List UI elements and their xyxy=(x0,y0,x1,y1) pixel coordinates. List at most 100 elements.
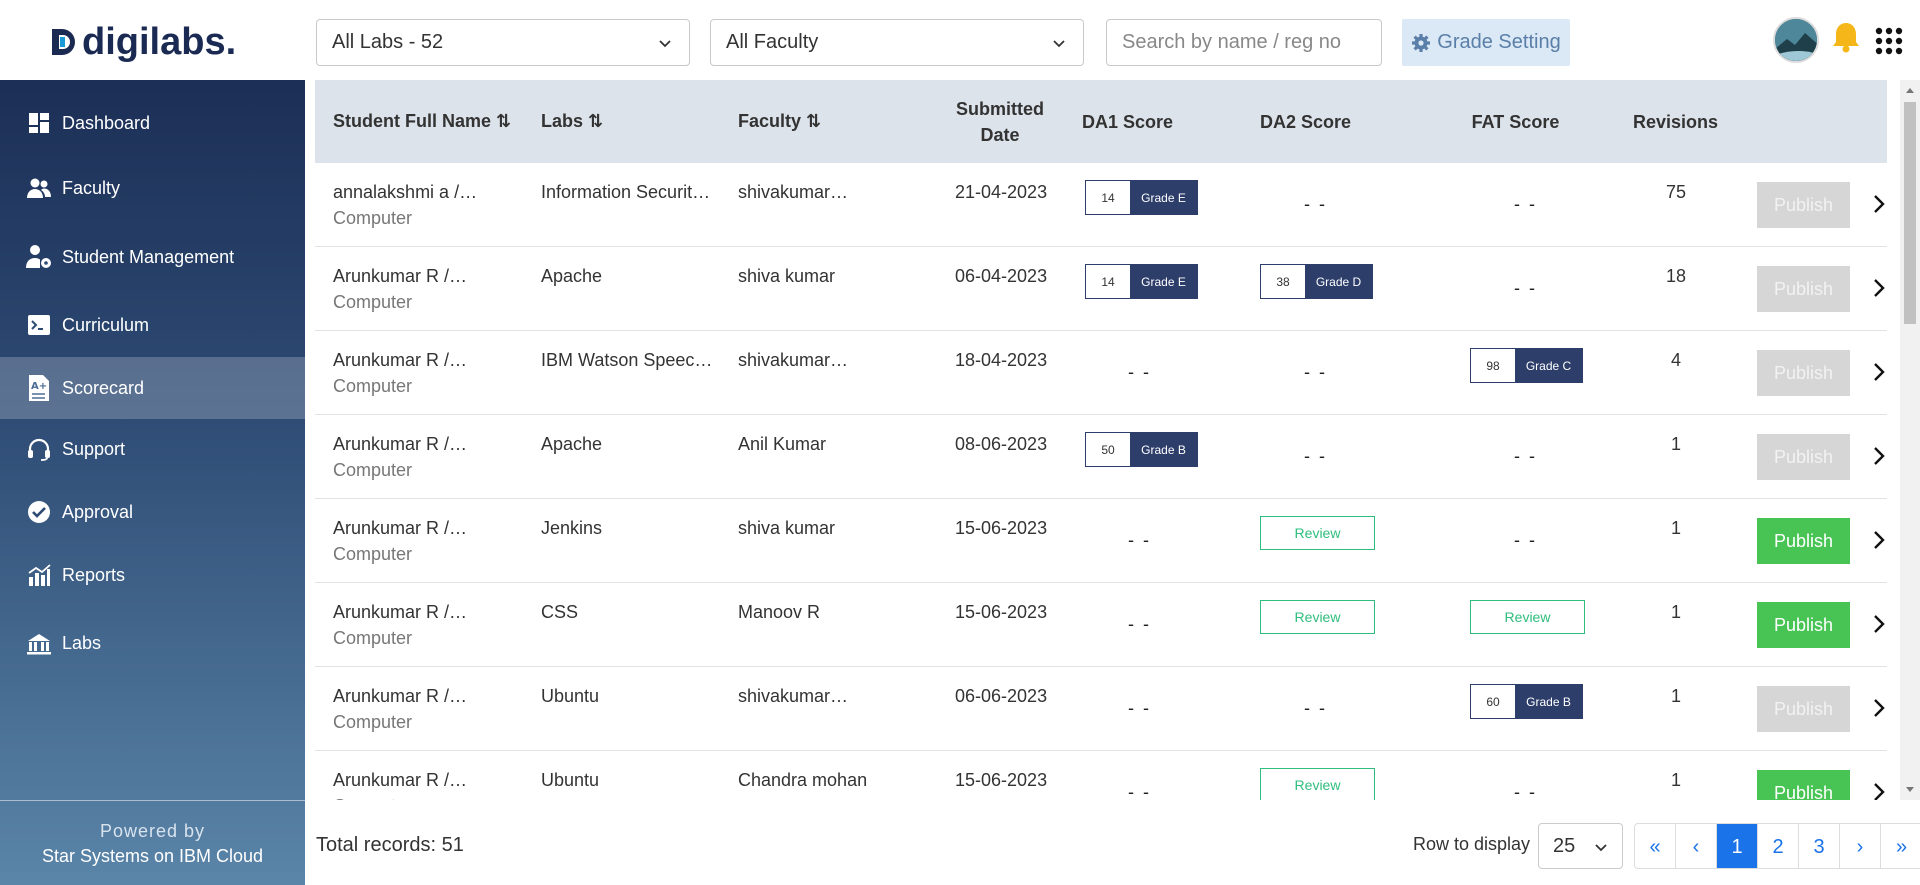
sidebar-item-faculty[interactable]: Faculty xyxy=(0,161,305,215)
grade-setting-button[interactable]: Grade Setting xyxy=(1402,19,1570,66)
publish-button[interactable]: Publish xyxy=(1757,686,1850,732)
sidebar-item-label: Support xyxy=(62,438,126,459)
submitted-date: 15-06-2023 xyxy=(955,518,1048,538)
pagination-page-3[interactable]: 3 xyxy=(1799,824,1840,868)
column-header-da1-score: DA1 Score xyxy=(1081,111,1174,132)
bell-icon[interactable] xyxy=(1830,20,1862,54)
publish-button[interactable]: Publish xyxy=(1757,350,1850,396)
chevron-right-icon[interactable] xyxy=(1872,278,1886,298)
student-name: Arunkumar R /… xyxy=(333,266,468,286)
column-header-labs[interactable]: Labs ⇅ xyxy=(541,80,603,163)
publish-button[interactable]: Publish xyxy=(1757,434,1850,480)
chevron-right-icon[interactable] xyxy=(1872,698,1886,718)
lab-name: Jenkins xyxy=(541,518,603,538)
sidebar-item-scorecard[interactable]: A+ Scorecard xyxy=(0,357,305,419)
pagination-previous[interactable]: ‹ xyxy=(1676,824,1717,868)
sidebar-item-label: Labs xyxy=(62,632,102,653)
fat-score-badge[interactable]: 98 Grade C xyxy=(1470,348,1583,383)
sort-icon: ⇅ xyxy=(806,111,822,131)
revisions-count: 18 xyxy=(1665,266,1687,286)
table-row[interactable]: annalakshmi a /… Computer Information Secu… xyxy=(315,163,1887,247)
column-header-faculty[interactable]: Faculty ⇅ xyxy=(738,80,821,163)
brand-name: digilabs. xyxy=(82,20,237,63)
scrollbar-thumb[interactable] xyxy=(1904,102,1916,324)
revisions-count: 1 xyxy=(1670,686,1681,706)
search-input[interactable] xyxy=(1106,19,1382,66)
table-row[interactable]: Arunkumar R /… Computer IBM Watson Speec… s… xyxy=(315,331,1887,415)
da1-score-badge[interactable]: 50 Grade B xyxy=(1085,432,1198,467)
publish-button[interactable]: Publish xyxy=(1757,266,1850,312)
user-avatar[interactable] xyxy=(1773,17,1819,63)
publish-button[interactable]: Publish xyxy=(1757,518,1850,564)
check-circle-icon xyxy=(26,499,52,525)
pagination-first[interactable]: « xyxy=(1635,824,1676,868)
student-name: Arunkumar R /… xyxy=(333,602,468,622)
da1-score-badge[interactable]: 14 Grade E xyxy=(1085,264,1198,299)
sidebar-item-dashboard[interactable]: Dashboard xyxy=(0,96,305,150)
chart-icon xyxy=(26,562,52,588)
student-name: Arunkumar R /… xyxy=(333,686,468,706)
column-header-student-name[interactable]: Student Full Name ⇅ xyxy=(333,80,511,163)
pagination-last[interactable]: » xyxy=(1881,824,1920,868)
sidebar-item-curriculum[interactable]: Curriculum xyxy=(0,298,305,352)
faculty-name: shiva kumar xyxy=(738,518,836,538)
student-name: Arunkumar R /… xyxy=(333,518,468,538)
chevron-right-icon[interactable] xyxy=(1872,530,1886,550)
sidebar-item-reports[interactable]: Reports xyxy=(0,548,305,602)
apps-grid-icon[interactable] xyxy=(1875,27,1903,55)
scroll-down-icon[interactable] xyxy=(1905,786,1915,794)
publish-button[interactable]: Publish xyxy=(1757,770,1850,800)
chevron-right-icon[interactable] xyxy=(1872,782,1886,800)
faculty-filter-select[interactable]: All Faculty xyxy=(710,19,1084,66)
submitted-date: 21-04-2023 xyxy=(955,182,1048,202)
da2-review-button[interactable]: Review xyxy=(1260,516,1375,550)
da2-review-button[interactable]: Review xyxy=(1260,768,1375,800)
table-row[interactable]: Arunkumar R /… Computer Ubuntu Chandra moha… xyxy=(315,751,1887,800)
sidebar-item-approval[interactable]: Approval xyxy=(0,485,305,539)
da1-score-badge[interactable]: 14 Grade E xyxy=(1085,180,1198,215)
lab-name: Apache xyxy=(541,434,603,454)
student-department: Computer xyxy=(333,292,413,312)
sort-icon: ⇅ xyxy=(496,111,512,131)
chevron-right-icon[interactable] xyxy=(1872,362,1886,382)
fat-empty: - - xyxy=(1514,782,1537,800)
pagination-next[interactable]: › xyxy=(1840,824,1881,868)
chevron-right-icon[interactable] xyxy=(1872,446,1886,466)
table-row[interactable]: Arunkumar R /… Computer Ubuntu shivakumar… 0… xyxy=(315,667,1887,751)
table-row[interactable]: Arunkumar R /… Computer Apache Anil Kumar 08… xyxy=(315,415,1887,499)
digilabs-logo[interactable]: digilabs. xyxy=(50,20,236,64)
pagination-page-1[interactable]: 1 xyxy=(1717,824,1758,868)
labs-filter-select[interactable]: All Labs - 52 xyxy=(316,19,690,66)
sidebar-item-support[interactable]: Support xyxy=(0,422,305,476)
fat-review-button[interactable]: Review xyxy=(1470,600,1585,634)
da2-score-badge[interactable]: 38 Grade D xyxy=(1260,264,1373,299)
grade-label: Grade D xyxy=(1305,265,1372,298)
table-row[interactable]: Arunkumar R /… Computer Apache shiva kumar 0… xyxy=(315,247,1887,331)
faculty-name: shivakumar… xyxy=(738,350,849,370)
student-department: Computer xyxy=(333,796,412,800)
chevron-right-icon[interactable] xyxy=(1872,614,1886,634)
da1-empty: - - xyxy=(1128,362,1151,382)
rows-to-display-select[interactable]: 25 xyxy=(1538,823,1623,869)
student-department: Computer xyxy=(333,208,413,228)
fat-score-badge[interactable]: 60 Grade B xyxy=(1470,684,1583,719)
total-records: Total records: 51 xyxy=(316,834,464,856)
da2-review-button[interactable]: Review xyxy=(1260,600,1375,634)
table-scrollbar[interactable] xyxy=(1900,80,1920,800)
table-row[interactable]: Arunkumar R /… Computer CSS Manoov R 15-06-2… xyxy=(315,583,1887,667)
labs-filter-value: All Labs - 52 xyxy=(332,31,444,53)
table-row[interactable]: Arunkumar R /… Computer Jenkins shiva kumar… xyxy=(315,499,1887,583)
publish-button[interactable]: Publish xyxy=(1757,602,1850,648)
chevron-right-icon[interactable] xyxy=(1872,194,1886,214)
powered-by-provider: Star Systems on IBM Cloud xyxy=(41,846,264,866)
scroll-up-icon[interactable] xyxy=(1905,86,1915,94)
sidebar-item-student-management[interactable]: Student Management xyxy=(0,230,305,284)
pagination: « ‹ 1 2 3 › » xyxy=(1634,823,1920,869)
pagination-page-2[interactable]: 2 xyxy=(1758,824,1799,868)
sidebar-item-labs[interactable]: Labs xyxy=(0,616,305,670)
submitted-date: 06-04-2023 xyxy=(955,266,1048,286)
revisions-count: 4 xyxy=(1670,350,1681,370)
publish-button[interactable]: Publish xyxy=(1757,182,1850,228)
lab-name: Ubuntu xyxy=(541,770,600,790)
score-value: 38 xyxy=(1261,265,1305,298)
